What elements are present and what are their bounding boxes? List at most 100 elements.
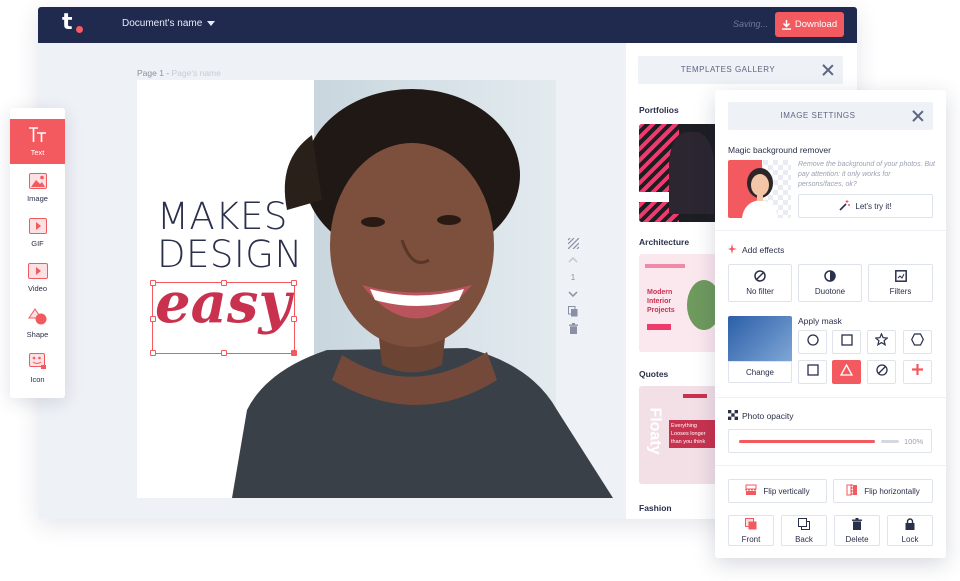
resize-handle[interactable] <box>150 350 156 356</box>
document-name-dropdown[interactable]: Document's name <box>122 18 216 29</box>
tool-icon[interactable]: Icon <box>10 346 65 391</box>
effect-label: No filter <box>746 287 774 296</box>
triangle-icon <box>839 363 854 381</box>
tool-image[interactable]: Image <box>10 165 65 210</box>
tool-label: Icon <box>30 375 45 384</box>
flip-vertical-label: Flip vertically <box>763 486 810 496</box>
thumb-photo <box>669 132 714 214</box>
resize-handle[interactable] <box>291 316 297 322</box>
front-icon <box>745 517 757 532</box>
category-fashion: Fashion <box>639 503 672 513</box>
design-page[interactable]: MAKES DESIGN easy <box>137 80 613 498</box>
mask-circle[interactable] <box>798 330 827 354</box>
document-name: Document's name <box>122 18 203 29</box>
filters-button[interactable]: Filters <box>868 264 933 302</box>
thumb-bar <box>639 192 669 202</box>
mask-triangle[interactable] <box>832 360 861 384</box>
page-number: 1 <box>570 272 576 282</box>
hexagon-icon <box>911 333 924 351</box>
flip-vertical-button[interactable]: Flip vertically <box>728 479 827 503</box>
tool-video[interactable]: Video <box>10 255 65 300</box>
tool-gif[interactable]: GIF <box>10 210 65 255</box>
thumb-vertical-text: Floaty <box>646 407 664 455</box>
saving-status: Saving... <box>733 19 769 29</box>
mask-star[interactable] <box>867 330 896 354</box>
star-icon <box>874 332 889 351</box>
trash-icon <box>852 517 862 532</box>
slider-fill <box>739 440 875 443</box>
move-down-icon[interactable] <box>565 286 581 302</box>
duotone-icon <box>824 270 836 284</box>
no-filter-icon <box>754 270 766 284</box>
image-settings-panel: IMAGE SETTINGS Magic background remover … <box>715 90 946 558</box>
resize-handle[interactable] <box>150 280 156 286</box>
thumb-text: Everything Looses longer than you think <box>669 420 717 448</box>
avatar-illustration <box>742 168 778 218</box>
flip-horizontal-button[interactable]: Flip horizontally <box>833 479 933 503</box>
duplicate-icon[interactable] <box>565 303 581 319</box>
filters-icon <box>894 270 907 284</box>
page-label: Page 1 - Page's name <box>137 68 221 78</box>
bring-front-button[interactable]: Front <box>728 515 774 546</box>
video-icon <box>27 262 48 281</box>
opacity-label-row: Photo opacity <box>728 410 794 422</box>
tool-label: Image <box>27 193 48 203</box>
background-pattern-icon[interactable] <box>565 235 581 251</box>
delete-button[interactable]: Delete <box>834 515 880 546</box>
move-up-icon[interactable] <box>565 252 581 268</box>
tool-label: Shape <box>26 330 49 339</box>
tool-label: GIF <box>31 238 44 248</box>
tool-text[interactable]: Text <box>10 119 65 164</box>
effects-label: Add effects <box>742 245 785 255</box>
headline-line-2: DESIGN <box>157 233 303 276</box>
lock-icon <box>905 517 915 532</box>
gallery-header: TEMPLATES GALLERY <box>638 56 843 84</box>
resize-handle[interactable] <box>221 350 227 356</box>
headline-text[interactable]: MAKES DESIGN <box>157 198 303 274</box>
divider <box>715 397 946 398</box>
back-icon <box>798 517 810 532</box>
template-thumbnail[interactable]: Floaty Everything Looses longer than you… <box>639 386 719 484</box>
thumb-decor <box>683 394 707 398</box>
download-button[interactable]: Download <box>775 12 844 37</box>
mask-rounded-square[interactable] <box>798 360 827 384</box>
duotone-button[interactable]: Duotone <box>798 264 862 302</box>
flip-horizontal-label: Flip horizontally <box>864 486 920 496</box>
close-icon[interactable] <box>912 110 924 122</box>
thumb-decor <box>645 264 685 268</box>
thumb-text: Modern Interior Projects <box>647 289 675 314</box>
opacity-slider[interactable]: 100% <box>728 429 932 453</box>
trash-icon[interactable] <box>565 320 581 336</box>
category-quotes: Quotes <box>639 369 669 379</box>
icon-icon <box>28 353 47 372</box>
download-icon <box>781 19 791 30</box>
flip-horizontal-icon <box>846 484 858 498</box>
resize-handle[interactable] <box>291 350 297 356</box>
try-bg-remover-button[interactable]: Let's try it! <box>798 194 933 218</box>
slider-rest <box>881 440 899 443</box>
send-back-button[interactable]: Back <box>781 515 827 546</box>
opacity-label: Photo opacity <box>742 411 794 421</box>
no-filter-button[interactable]: No filter <box>728 264 792 302</box>
mask-none[interactable] <box>867 360 896 384</box>
mask-cross[interactable] <box>903 360 932 384</box>
download-label: Download <box>794 19 838 30</box>
resize-handle[interactable] <box>150 316 156 322</box>
app-logo[interactable]: t <box>60 10 86 38</box>
change-mask-image-button[interactable]: Change <box>728 361 792 383</box>
gallery-title: TEMPLATES GALLERY <box>680 65 776 74</box>
mask-hexagon[interactable] <box>903 330 932 354</box>
lock-button[interactable]: Lock <box>887 515 933 546</box>
bg-remover-label: Magic background remover <box>728 145 831 155</box>
close-icon[interactable] <box>822 64 834 76</box>
template-thumbnail[interactable] <box>639 124 719 222</box>
resize-handle[interactable] <box>221 280 227 286</box>
mask-square[interactable] <box>832 330 861 354</box>
page-name-input[interactable]: Page's name <box>172 68 221 78</box>
template-thumbnail[interactable]: Modern Interior Projects <box>639 254 719 352</box>
bg-remover-preview <box>728 160 791 218</box>
image-icon <box>28 172 47 191</box>
tool-shape[interactable]: Shape <box>10 301 65 346</box>
mask-image-thumb[interactable] <box>728 316 792 361</box>
resize-handle[interactable] <box>291 280 297 286</box>
